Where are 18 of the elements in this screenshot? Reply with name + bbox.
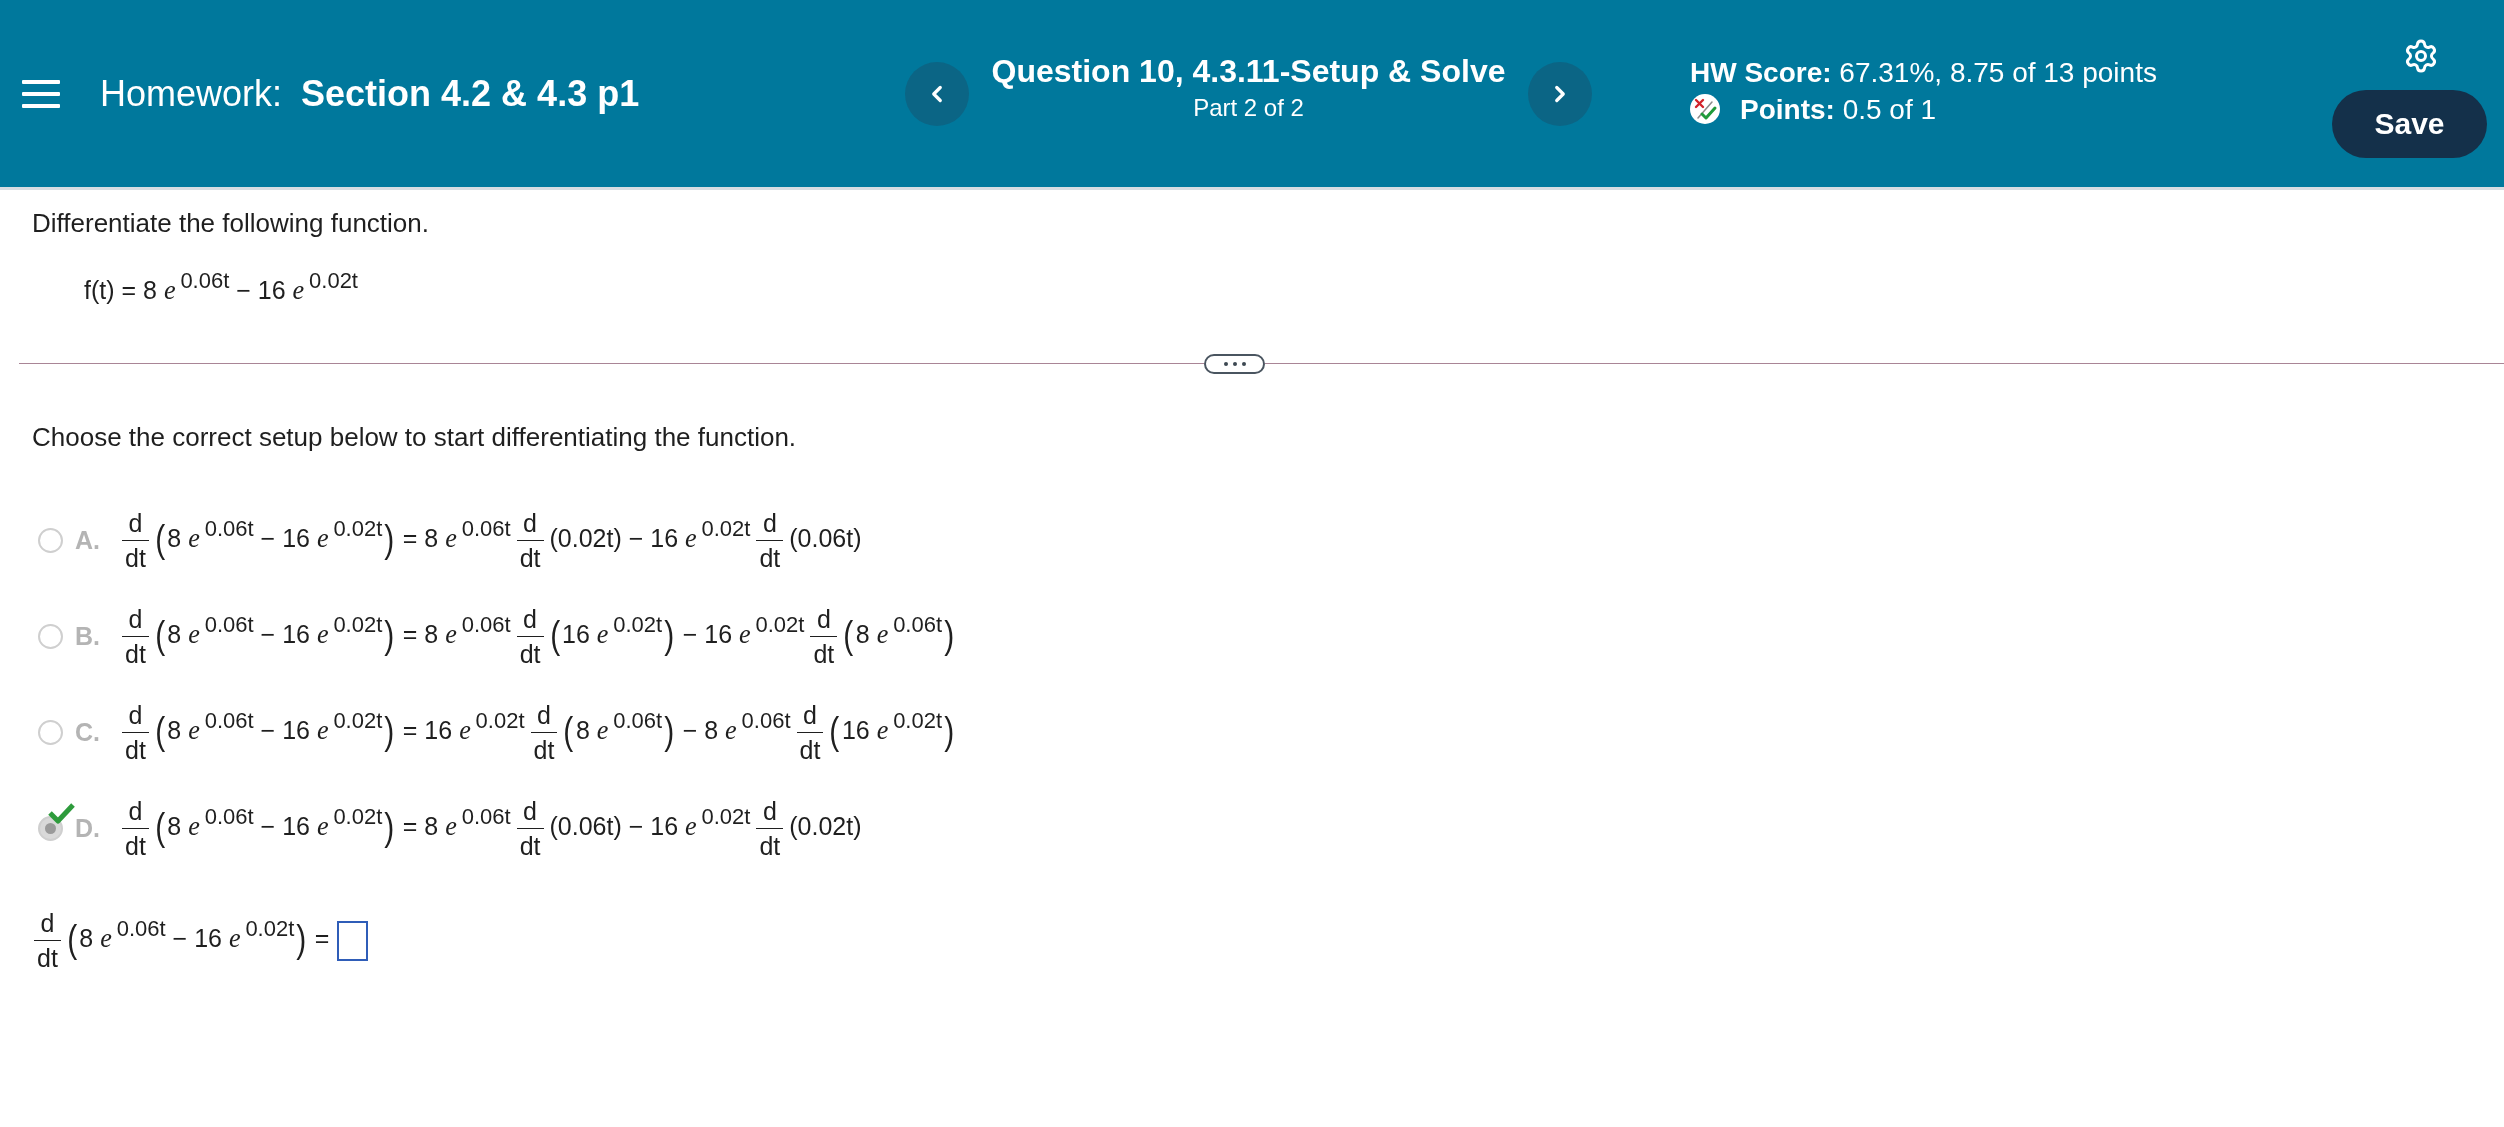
- instruction-text: Differentiate the following function.: [32, 208, 430, 240]
- question-title: Question 10, 4.3.11-Setup & Solve: [991, 51, 1506, 91]
- homework-title: Homework: Section 4.2 & 4.3 p1: [100, 72, 640, 115]
- option-letter: D.: [75, 814, 101, 844]
- save-button[interactable]: Save: [2332, 89, 2487, 158]
- hw-score: HW Score: 67.31%, 8.75 of 13 points: [1690, 55, 2158, 90]
- dots-icon: [1223, 361, 1246, 366]
- option-letter: A.: [75, 526, 101, 556]
- menu-icon[interactable]: [22, 79, 60, 108]
- points-score: Points: 0.5 of 1: [1740, 92, 1937, 127]
- question-part: Part 2 of 2: [1193, 94, 1304, 124]
- answer-box[interactable]: [337, 920, 369, 961]
- math-expression: f(t) = 8 e$^{0.06t}$ − 16 e$^{0.02t}$: [83, 275, 359, 307]
- more-button[interactable]: [1204, 353, 1265, 374]
- cross-and-check-icon: [1690, 94, 1720, 124]
- option-letter: B.: [75, 622, 101, 652]
- option-letter: C.: [75, 718, 101, 748]
- prompt-text: Choose the correct setup below to start differentiating the function.: [32, 421, 798, 453]
